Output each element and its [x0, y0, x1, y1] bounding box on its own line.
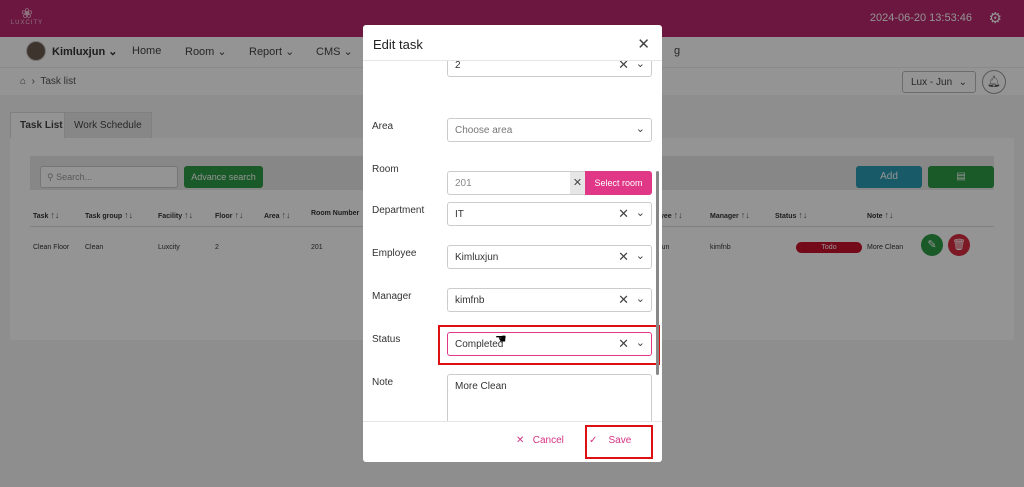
save-button[interactable]: ✓ Save — [589, 435, 631, 446]
note-label: Note — [372, 377, 394, 388]
chevron-down-icon: ⌄ — [635, 337, 645, 349]
manager-select[interactable]: kimfnb ✕ ⌄ — [447, 288, 652, 312]
edit-task-modal: Edit task ✕ 2 ✕ ⌄ Area Choose area ⌄ Roo… — [363, 25, 662, 462]
area-select[interactable]: Choose area ⌄ — [447, 118, 652, 142]
note-textarea[interactable]: More Clean — [447, 374, 652, 421]
chevron-down-icon: ⌄ — [635, 293, 645, 305]
close-icon[interactable]: ✕ — [637, 35, 650, 53]
clear-icon[interactable]: ✕ — [618, 206, 629, 222]
status-label: Status — [372, 334, 401, 345]
room-label: Room — [372, 164, 399, 175]
employee-label: Employee — [372, 248, 417, 259]
clear-icon[interactable]: ✕ — [618, 336, 629, 352]
floor-value: 2 — [455, 61, 461, 71]
clear-icon[interactable]: ✕ — [618, 61, 629, 73]
area-label: Area — [372, 121, 394, 132]
employee-value: Kimluxjun — [455, 252, 499, 263]
clear-icon[interactable]: ✕ — [570, 171, 585, 195]
modal-header: Edit task ✕ — [363, 25, 662, 61]
manager-value: kimfnb — [455, 295, 485, 306]
hand-cursor-icon: ☚ — [495, 331, 507, 346]
cancel-button[interactable]: ✕ Cancel — [516, 435, 564, 446]
status-select[interactable]: Completed ✕ ⌄ — [447, 332, 652, 356]
chevron-down-icon: ⌄ — [635, 207, 645, 219]
floor-select[interactable]: 2 ✕ ⌄ — [447, 61, 652, 77]
check-icon: ✓ — [589, 435, 598, 446]
department-label: Department — [372, 205, 425, 216]
modal-body: 2 ✕ ⌄ Area Choose area ⌄ Room 201 ✕ Sele… — [363, 61, 662, 421]
clear-icon[interactable]: ✕ — [618, 292, 629, 308]
department-value: IT — [455, 209, 464, 220]
room-input[interactable]: 201 — [447, 171, 572, 195]
clear-icon[interactable]: ✕ — [618, 249, 629, 265]
close-icon: ✕ — [516, 435, 525, 446]
chevron-down-icon: ⌄ — [635, 250, 645, 262]
modal-footer: ✕ Cancel ✓ Save — [363, 421, 662, 462]
select-room-button[interactable]: Select room — [585, 171, 652, 195]
chevron-down-icon: ⌄ — [635, 61, 645, 70]
employee-select[interactable]: Kimluxjun ✕ ⌄ — [447, 245, 652, 269]
modal-scrollbar[interactable] — [656, 171, 659, 375]
area-placeholder: Choose area — [455, 125, 513, 136]
save-label: Save — [608, 435, 632, 446]
modal-title: Edit task — [373, 37, 423, 52]
cancel-label: Cancel — [532, 435, 564, 446]
manager-label: Manager — [372, 291, 412, 302]
chevron-down-icon: ⌄ — [635, 123, 645, 135]
department-select[interactable]: IT ✕ ⌄ — [447, 202, 652, 226]
